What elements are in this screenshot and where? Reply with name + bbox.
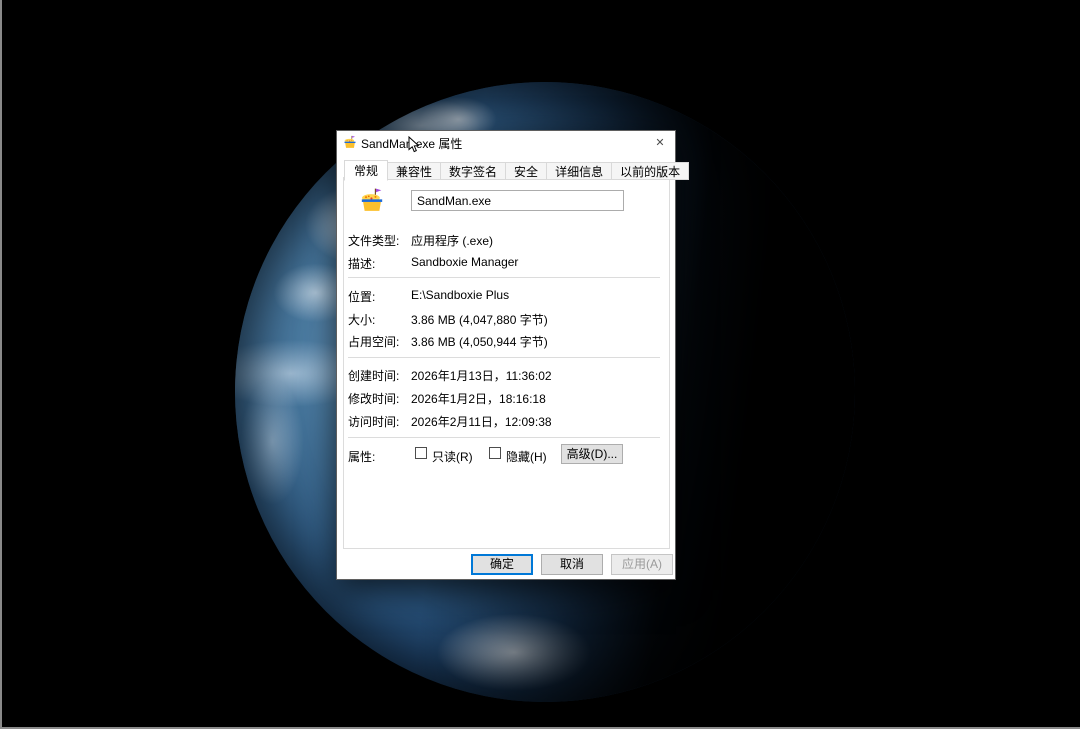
sandboxie-app-icon: [359, 187, 385, 213]
accessed-row: 访问时间: 2026年2月11日，12:09:38: [337, 413, 677, 428]
modified-row: 修改时间: 2026年1月2日，18:16:18: [337, 390, 677, 405]
tab-bar: 常规 兼容性 数字签名 安全 详细信息 以前的版本: [344, 159, 689, 180]
description-label: 描述:: [348, 255, 375, 272]
tab-compatibility[interactable]: 兼容性: [387, 162, 441, 180]
tab-security[interactable]: 安全: [505, 162, 547, 180]
tab-previous-versions[interactable]: 以前的版本: [611, 162, 689, 180]
attributes-label: 属性:: [348, 448, 375, 465]
size-value: 3.86 MB (4,047,880 字节): [411, 311, 548, 328]
apply-button: 应用(A): [611, 554, 673, 575]
modified-value: 2026年1月2日，18:16:18: [411, 390, 546, 407]
file-type-row: 文件类型: 应用程序 (.exe): [337, 232, 677, 247]
size-on-disk-label: 占用空间:: [348, 333, 399, 350]
modified-label: 修改时间:: [348, 390, 399, 407]
sandboxie-icon: [343, 135, 357, 149]
location-row: 位置: E:\Sandboxie Plus: [337, 288, 677, 303]
created-row: 创建时间: 2026年1月13日，11:36:02: [337, 367, 677, 382]
hidden-checkbox[interactable]: [489, 447, 501, 459]
mouse-cursor: [408, 136, 420, 159]
created-value: 2026年1月13日，11:36:02: [411, 367, 552, 384]
file-type-value: 应用程序 (.exe): [411, 232, 493, 249]
cancel-button[interactable]: 取消: [541, 554, 603, 575]
accessed-label: 访问时间:: [348, 413, 399, 430]
desktop: SandMan.exe 属性 ✕ 常规 兼容性 数字签名 安全 详细信息 以前的…: [0, 0, 1080, 729]
properties-dialog: SandMan.exe 属性 ✕ 常规 兼容性 数字签名 安全 详细信息 以前的…: [336, 130, 676, 580]
separator: [348, 357, 660, 358]
tab-details[interactable]: 详细信息: [546, 162, 612, 180]
size-on-disk-row: 占用空间: 3.86 MB (4,050,944 字节): [337, 333, 677, 348]
close-icon[interactable]: ✕: [645, 131, 675, 153]
tab-digital-signatures[interactable]: 数字签名: [440, 162, 506, 180]
screen-edge-left: [0, 0, 2, 729]
tab-general[interactable]: 常规: [344, 160, 388, 181]
location-value: E:\Sandboxie Plus: [411, 288, 509, 302]
titlebar[interactable]: SandMan.exe 属性 ✕: [337, 131, 675, 153]
description-row: 描述: Sandboxie Manager: [337, 255, 677, 270]
readonly-checkbox-label[interactable]: 只读(R): [432, 448, 473, 465]
hidden-checkbox-label[interactable]: 隐藏(H): [506, 448, 547, 465]
accessed-value: 2026年2月11日，12:09:38: [411, 413, 552, 430]
file-name-input[interactable]: [411, 190, 624, 211]
file-type-label: 文件类型:: [348, 232, 399, 249]
location-label: 位置:: [348, 288, 375, 305]
description-value: Sandboxie Manager: [411, 255, 518, 269]
size-label: 大小:: [348, 311, 375, 328]
size-row: 大小: 3.86 MB (4,047,880 字节): [337, 311, 677, 326]
created-label: 创建时间:: [348, 367, 399, 384]
separator: [348, 277, 660, 278]
advanced-button[interactable]: 高级(D)...: [561, 444, 623, 464]
separator: [348, 437, 660, 438]
ok-button[interactable]: 确定: [471, 554, 533, 575]
readonly-checkbox[interactable]: [415, 447, 427, 459]
size-on-disk-value: 3.86 MB (4,050,944 字节): [411, 333, 548, 350]
